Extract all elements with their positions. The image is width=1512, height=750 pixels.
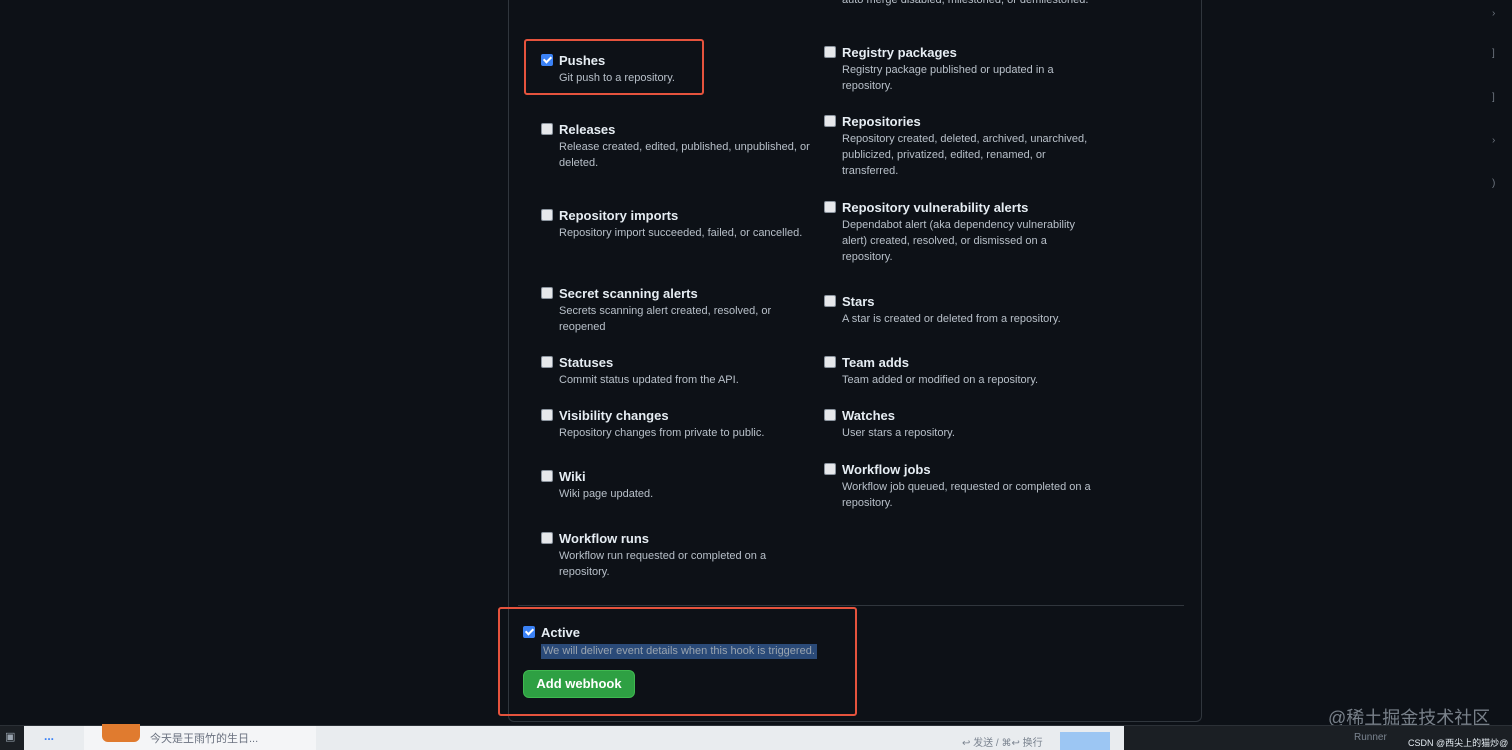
event-title: Secret scanning alerts bbox=[559, 286, 698, 301]
event-description: Repository import succeeded, failed, or … bbox=[559, 227, 803, 239]
event-title: Registry packages bbox=[842, 45, 957, 60]
event-description: Registry package published or updated in… bbox=[842, 64, 1054, 92]
event-stars[interactable]: Stars A star is created or deleted from … bbox=[824, 293, 1100, 327]
repository-imports-checkbox[interactable] bbox=[541, 209, 553, 221]
watches-checkbox[interactable] bbox=[824, 409, 836, 421]
event-title: Repository imports bbox=[559, 208, 679, 223]
event-title: Watches bbox=[842, 408, 895, 423]
csdn-attribution: CSDN @西尖上的猫炒@ bbox=[1408, 738, 1509, 748]
stars-checkbox[interactable] bbox=[824, 295, 836, 307]
event-description: Workflow run requested or completed on a… bbox=[559, 550, 767, 578]
bracket-icon: ] bbox=[1492, 92, 1495, 103]
registry-packages-checkbox[interactable] bbox=[824, 46, 836, 58]
chevron-right-icon: › bbox=[1492, 135, 1496, 146]
event-description: User stars a repository. bbox=[842, 427, 955, 439]
workflow-runs-checkbox[interactable] bbox=[541, 532, 553, 544]
add-webhook-button[interactable]: Add webhook bbox=[523, 670, 635, 698]
event-title: Repository vulnerability alerts bbox=[842, 200, 1029, 215]
secret-scanning-alerts-checkbox[interactable] bbox=[541, 287, 553, 299]
section-divider bbox=[518, 605, 1184, 606]
event-title: Releases bbox=[559, 122, 616, 137]
chat-strip: ... 今天是王雨竹的生日... ↩ 发送 / ⌘↩ 换行 bbox=[24, 724, 1124, 750]
event-team-adds[interactable]: Team adds Team added or modified on a re… bbox=[824, 354, 1100, 388]
bottom-taskbar: ▣ ... 今天是王雨竹的生日... ↩ 发送 / ⌘↩ 换行 Runner C… bbox=[0, 724, 1512, 750]
event-secret-scanning-alerts[interactable]: Secret scanning alerts Secrets scanning … bbox=[541, 285, 811, 335]
workflow-jobs-checkbox[interactable] bbox=[824, 463, 836, 475]
event-title: Repositories bbox=[842, 114, 921, 129]
event-description: Repository created, deleted, archived, u… bbox=[842, 133, 1088, 177]
releases-checkbox[interactable] bbox=[541, 123, 553, 135]
event-description: Dependabot alert (aka dependency vulnera… bbox=[842, 219, 1075, 263]
event-watches[interactable]: Watches User stars a repository. bbox=[824, 407, 1100, 441]
paren-icon: ) bbox=[1492, 178, 1496, 189]
event-title: Visibility changes bbox=[559, 408, 669, 423]
event-releases[interactable]: Releases Release created, edited, publis… bbox=[541, 121, 811, 171]
visibility-changes-checkbox[interactable] bbox=[541, 409, 553, 421]
event-description: Release created, edited, published, unpu… bbox=[559, 141, 810, 169]
active-checkbox[interactable] bbox=[523, 626, 535, 638]
event-title: Wiki bbox=[559, 469, 586, 484]
previous-event-description: auto merge disabled, milestoned, or demi… bbox=[842, 0, 1089, 6]
sidebar-toggle-icon[interactable]: ▣ bbox=[5, 730, 15, 743]
event-visibility-changes[interactable]: Visibility changes Repository changes fr… bbox=[541, 407, 811, 441]
bracket-icon: ] bbox=[1492, 48, 1495, 59]
event-description: Repository changes from private to publi… bbox=[559, 427, 765, 439]
event-title: Statuses bbox=[559, 355, 614, 370]
wiki-checkbox[interactable] bbox=[541, 470, 553, 482]
right-gutter: › ] ] › ) bbox=[1480, 0, 1512, 725]
runner-label: Runner bbox=[1354, 732, 1387, 743]
more-icon[interactable]: ... bbox=[44, 729, 54, 743]
highlight-box-pushes bbox=[524, 39, 704, 95]
event-repositories[interactable]: Repositories Repository created, deleted… bbox=[824, 113, 1100, 179]
event-repository-imports[interactable]: Repository imports Repository import suc… bbox=[541, 207, 811, 241]
event-repository-vulnerability-alerts[interactable]: Repository vulnerability alerts Dependab… bbox=[824, 199, 1100, 265]
active-description: We will deliver event details when this … bbox=[541, 644, 817, 659]
repositories-checkbox[interactable] bbox=[824, 115, 836, 127]
event-workflow-runs[interactable]: Workflow runs Workflow run requested or … bbox=[541, 530, 811, 580]
send-hint: ↩ 发送 / ⌘↩ 换行 bbox=[962, 738, 1043, 749]
repository-vulnerability-alerts-checkbox[interactable] bbox=[824, 201, 836, 213]
event-description: Workflow job queued, requested or comple… bbox=[842, 481, 1091, 509]
event-description: A star is created or deleted from a repo… bbox=[842, 313, 1061, 325]
active-option[interactable]: Active We will deliver event details whe… bbox=[523, 624, 817, 659]
event-title: Team adds bbox=[842, 355, 909, 370]
statuses-checkbox[interactable] bbox=[541, 356, 553, 368]
event-title: Stars bbox=[842, 294, 875, 309]
event-statuses[interactable]: Statuses Commit status updated from the … bbox=[541, 354, 811, 388]
avatar bbox=[102, 724, 140, 742]
event-workflow-jobs[interactable]: Workflow jobs Workflow job queued, reque… bbox=[824, 461, 1100, 511]
chevron-right-icon: › bbox=[1492, 8, 1496, 19]
active-label: Active bbox=[541, 625, 581, 640]
event-description: Secrets scanning alert created, resolved… bbox=[559, 305, 772, 333]
send-button[interactable] bbox=[1060, 732, 1110, 750]
event-description: Team added or modified on a repository. bbox=[842, 374, 1039, 386]
event-title: Workflow jobs bbox=[842, 462, 931, 477]
event-wiki[interactable]: Wiki Wiki page updated. bbox=[541, 468, 811, 502]
event-title: Workflow runs bbox=[559, 531, 650, 546]
event-description: Wiki page updated. bbox=[559, 488, 654, 500]
chat-preview-card[interactable]: 今天是王雨竹的生日... bbox=[84, 724, 316, 750]
event-description: Commit status updated from the API. bbox=[559, 374, 739, 386]
team-adds-checkbox[interactable] bbox=[824, 356, 836, 368]
chat-preview-text: 今天是王雨竹的生日... bbox=[150, 733, 259, 745]
event-registry-packages[interactable]: Registry packages Registry package publi… bbox=[824, 44, 1100, 94]
